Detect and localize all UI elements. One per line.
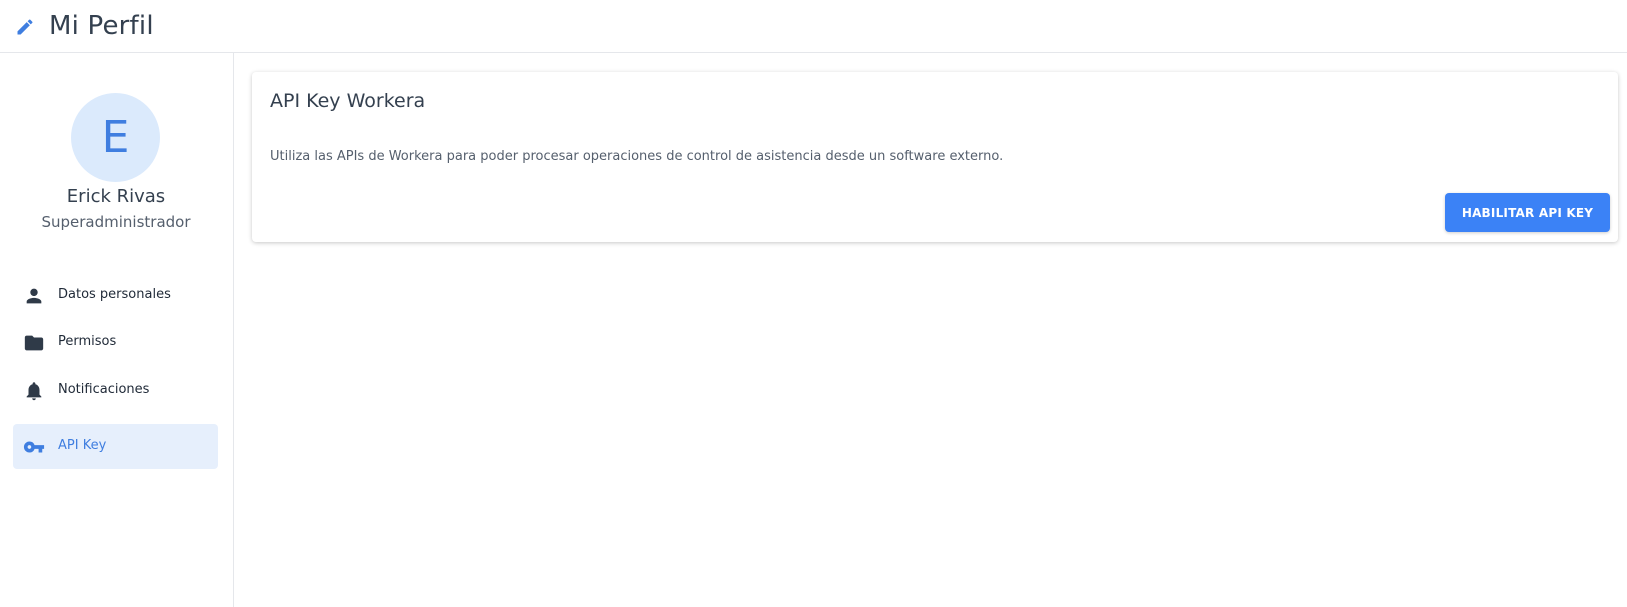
avatar: E — [71, 93, 160, 182]
sidebar-item-api-key[interactable]: API Key — [13, 424, 218, 469]
sidebar-item-label: Permisos — [58, 334, 117, 349]
folder-icon — [24, 335, 44, 351]
sidebar-item-permisos[interactable]: Permisos — [13, 320, 218, 365]
profile-sidebar: E Erick Rivas Superadministrador Datos p… — [0, 53, 234, 607]
bell-icon — [26, 382, 42, 401]
page-title: Mi Perfil — [49, 11, 154, 41]
card-description: Utiliza las APIs de Workera para poder p… — [270, 149, 1004, 164]
person-icon — [26, 288, 42, 304]
enable-api-key-button[interactable]: HABILITAR API KEY — [1445, 193, 1610, 232]
sidebar-item-label: Notificaciones — [58, 382, 150, 397]
card-title: API Key Workera — [270, 90, 426, 112]
user-role: Superadministrador — [41, 213, 191, 231]
api-key-card: API Key Workera Utiliza las APIs de Work… — [252, 72, 1618, 242]
sidebar-item-notificaciones[interactable]: Notificaciones — [13, 368, 218, 413]
sidebar-item-label: Datos personales — [58, 287, 171, 302]
user-name: Erick Rivas — [66, 186, 166, 207]
sidebar-item-label: API Key — [58, 438, 107, 453]
key-icon — [23, 441, 45, 453]
pencil-icon — [17, 19, 33, 35]
sidebar-item-datos-personales[interactable]: Datos personales — [13, 273, 218, 318]
page-header: Mi Perfil — [0, 0, 1627, 53]
